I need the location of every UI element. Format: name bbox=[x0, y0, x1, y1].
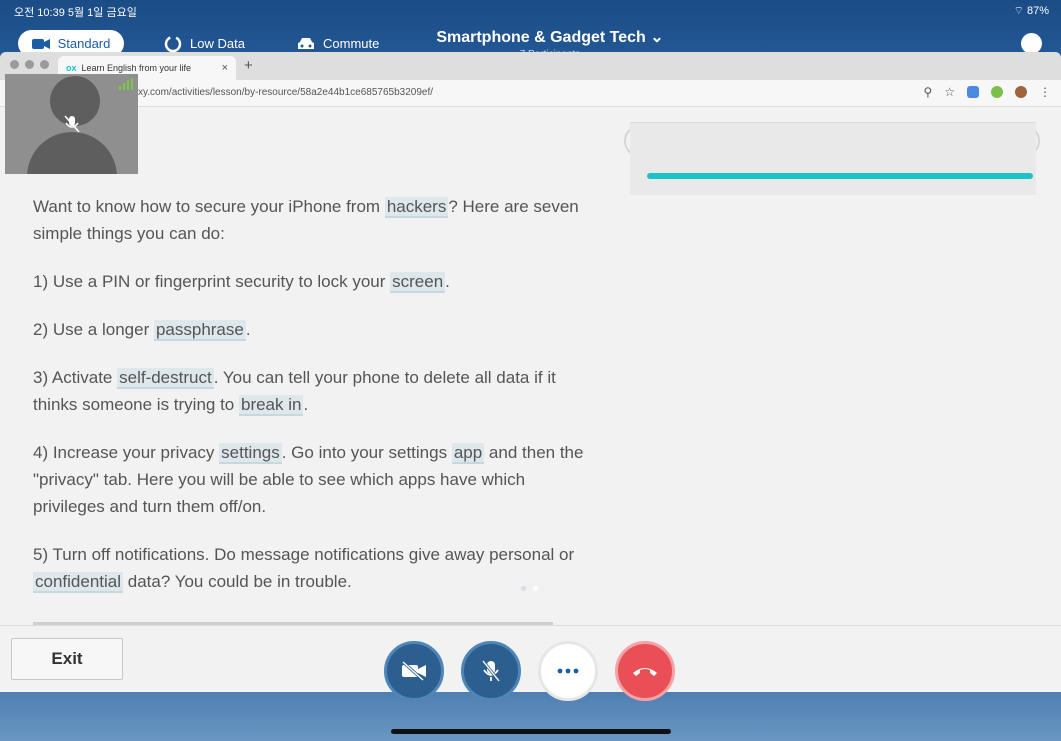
keyword-passphrase[interactable]: passphrase bbox=[153, 320, 246, 341]
keyword-app[interactable]: app bbox=[451, 443, 485, 464]
paragraph: 1) Use a PIN or fingerprint security to … bbox=[33, 272, 450, 293]
participant-thumbnail[interactable] bbox=[5, 74, 138, 174]
paragraph: 3) Activate self-destruct. You can tell … bbox=[33, 368, 556, 416]
car-icon bbox=[298, 37, 314, 49]
paragraph: 5) Turn off notifications. Do message no… bbox=[33, 545, 575, 593]
more-options-button[interactable] bbox=[538, 641, 598, 701]
browser-toolbar-icons: ⚲ ☆ ⋮ bbox=[923, 85, 1051, 99]
keyword-self-destruct[interactable]: self-destruct bbox=[117, 368, 214, 389]
url-text: xy.com/activities/lesson/by-resource/58a… bbox=[138, 87, 433, 98]
video-camera-icon bbox=[31, 38, 50, 49]
meeting-title[interactable]: Smartphone & Gadget Tech ⌄ bbox=[380, 27, 720, 47]
exit-button[interactable]: Exit bbox=[11, 638, 123, 680]
video-toggle-button[interactable] bbox=[384, 641, 444, 701]
user-profile-icon[interactable] bbox=[1015, 86, 1027, 98]
end-call-button[interactable] bbox=[615, 641, 675, 701]
keyword-screen[interactable]: screen bbox=[390, 272, 446, 293]
paragraph: 4) Increase your privacy settings. Go in… bbox=[33, 443, 584, 516]
mute-toggle-button[interactable] bbox=[461, 641, 521, 701]
video-off-icon bbox=[401, 661, 426, 681]
phone-hangup-icon bbox=[633, 668, 657, 676]
low-data-icon bbox=[164, 35, 182, 52]
status-time: 오전 10:39 5월 1일 금요일 bbox=[14, 7, 137, 19]
keyword-settings[interactable]: settings bbox=[219, 443, 282, 464]
window-controls bbox=[10, 60, 49, 69]
avatar-body bbox=[27, 132, 117, 174]
status-bar: 오전 10:39 5월 1일 금요일 ⌔ 87% bbox=[0, 0, 1061, 22]
progress-bar bbox=[647, 173, 1033, 179]
browser-tab-strip: ox Learn English from your life × + bbox=[0, 52, 1061, 80]
mode-commute-label: Commute bbox=[323, 36, 380, 51]
battery-level: 87% bbox=[1026, 5, 1049, 17]
shared-screen: ox Learn English from your life × + xy.c… bbox=[0, 52, 1061, 692]
home-indicator[interactable] bbox=[391, 729, 671, 734]
lesson-bottom-bar: Exit bbox=[0, 625, 1061, 692]
keyword-hackers[interactable]: hackers bbox=[384, 197, 449, 218]
keyword-confidential[interactable]: confidential bbox=[33, 572, 124, 593]
meeting-title-text: Smartphone & Gadget Tech bbox=[436, 29, 646, 46]
tab-close-icon[interactable]: × bbox=[222, 62, 228, 74]
mode-standard-label: Standard bbox=[57, 36, 111, 51]
profile-avatar[interactable] bbox=[1021, 33, 1042, 54]
lesson-article: Want to know how to secure your iPhone f… bbox=[33, 193, 593, 616]
keyword-break-in[interactable]: break in bbox=[238, 395, 304, 416]
mode-low-data-label: Low Data bbox=[190, 36, 245, 51]
menu-kebab-icon[interactable]: ⋮ bbox=[1039, 85, 1051, 99]
extension-icon[interactable] bbox=[991, 86, 1003, 98]
more-icon bbox=[557, 668, 579, 674]
mic-off-icon bbox=[481, 660, 501, 682]
address-bar[interactable]: xy.com/activities/lesson/by-resource/58a… bbox=[0, 80, 1061, 107]
mic-off-icon bbox=[64, 115, 80, 133]
zoom-icon[interactable]: ⚲ bbox=[923, 85, 932, 99]
chevron-down-icon: ⌄ bbox=[650, 29, 664, 46]
new-tab-button[interactable]: + bbox=[244, 57, 253, 74]
wifi-icon: ⌔ bbox=[1013, 5, 1024, 17]
site-logo-icon: ox bbox=[66, 63, 77, 73]
tab-title: Learn English from your life bbox=[81, 63, 192, 73]
activity-panel bbox=[630, 122, 1036, 195]
status-right: ⌔ 87% bbox=[1014, 4, 1049, 18]
signal-strength-icon bbox=[119, 78, 133, 90]
paragraph: Want to know how to secure your iPhone f… bbox=[33, 197, 579, 243]
page-indicator bbox=[521, 586, 538, 591]
paragraph: 2) Use a longer passphrase. bbox=[33, 320, 251, 341]
star-icon[interactable]: ☆ bbox=[944, 85, 955, 99]
extension-icon[interactable] bbox=[967, 86, 979, 98]
